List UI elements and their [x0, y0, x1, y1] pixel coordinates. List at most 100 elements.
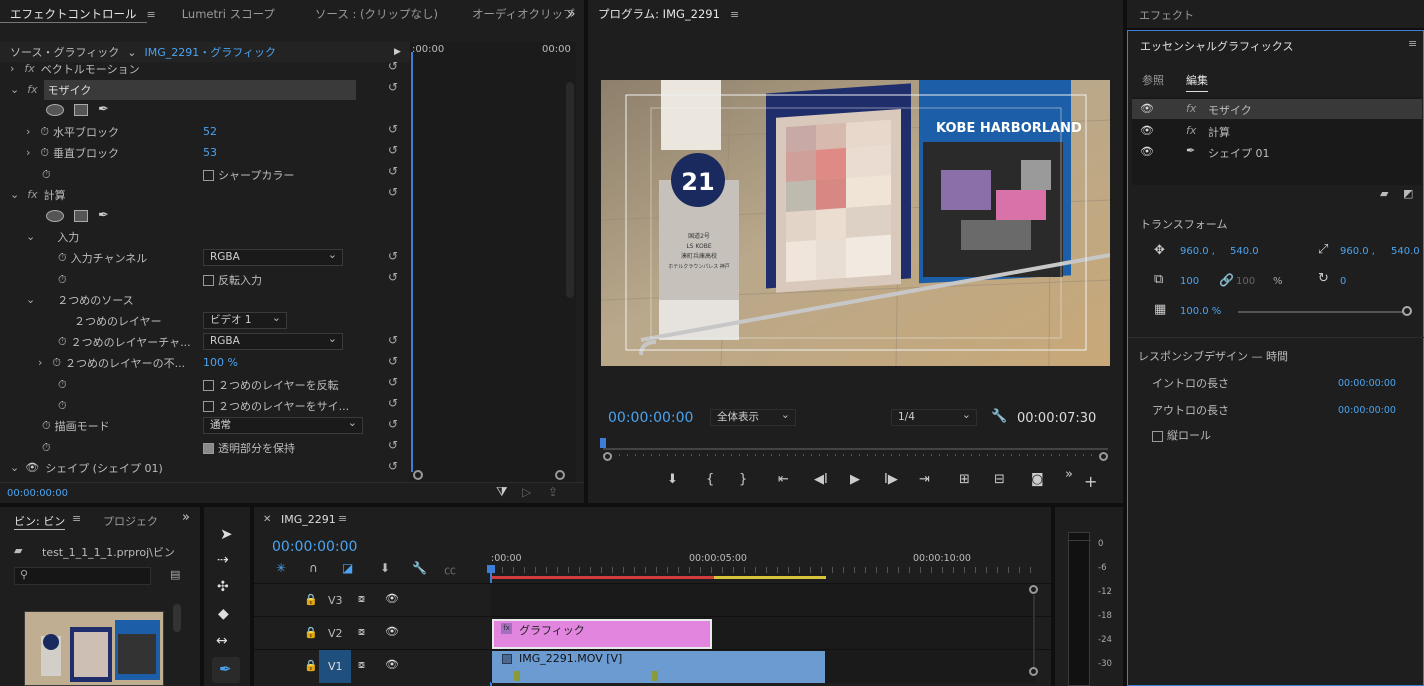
- ruler-ticks[interactable]: [491, 567, 1036, 573]
- slip-tool-icon[interactable]: ↔: [216, 633, 228, 649]
- sharp-color-checkbox[interactable]: [203, 170, 214, 181]
- zoom-dropdown[interactable]: 全体表示: [710, 407, 796, 426]
- reset-icon[interactable]: ↺: [388, 417, 402, 431]
- row-calc[interactable]: ⌄ fx 計算: [0, 184, 410, 205]
- chevron-down-icon[interactable]: ⌄: [26, 293, 35, 306]
- blend-mode-dropdown[interactable]: 通常: [203, 415, 363, 434]
- eye-icon[interactable]: 👁: [25, 461, 39, 474]
- stopwatch-icon[interactable]: ⏱: [42, 419, 51, 433]
- chevron-down-icon[interactable]: ⌄: [26, 230, 35, 243]
- second-layer-channel-dropdown[interactable]: RGBA: [203, 331, 343, 350]
- layer-item-mosaic[interactable]: 👁 fx モザイク: [1132, 99, 1422, 119]
- scale-value[interactable]: 100: [1180, 276, 1199, 287]
- chevron-right-icon[interactable]: ›: [10, 62, 14, 75]
- anchor-x[interactable]: 960.0 ,: [1340, 246, 1375, 257]
- roll-option[interactable]: 縦ロール: [1152, 427, 1211, 443]
- more-tabs-icon[interactable]: »: [182, 510, 190, 525]
- pen-tool-button[interactable]: ✒: [212, 657, 240, 683]
- timeline-timecode[interactable]: 00:00:00:00: [272, 539, 357, 555]
- v-block-value[interactable]: 53: [203, 146, 217, 159]
- go-to-out-icon[interactable]: ⇥: [919, 472, 930, 487]
- track-label-v3[interactable]: V3: [328, 594, 343, 607]
- layer-item-shape[interactable]: 👁 ✒ シェイプ 01: [1132, 142, 1422, 162]
- stopwatch-icon[interactable]: ⏱: [42, 441, 51, 455]
- program-timecode[interactable]: 00:00:00:00: [608, 410, 693, 426]
- mini-scrollbar[interactable]: [566, 82, 574, 298]
- razor-tool-icon[interactable]: ◆: [218, 606, 229, 622]
- opacity-slider[interactable]: [1238, 311, 1408, 313]
- intro-value[interactable]: 00:00:00:00: [1338, 378, 1396, 389]
- panel-menu-icon[interactable]: ≡: [338, 512, 347, 525]
- ellipse-mask-icon[interactable]: [46, 103, 64, 116]
- row-second-size[interactable]: ⏱ ２つめのレイヤーをサイ...: [0, 395, 410, 416]
- chevron-down-icon[interactable]: ⌄: [10, 461, 19, 474]
- input-channel-dropdown[interactable]: RGBA: [203, 247, 343, 266]
- reset-icon[interactable]: ↺: [388, 459, 402, 473]
- opacity-slider-knob[interactable]: [1402, 306, 1412, 316]
- keyframe-marker[interactable]: [514, 671, 520, 681]
- effects-tab[interactable]: エフェクト: [1139, 7, 1194, 23]
- clip-thumbnail[interactable]: [24, 611, 164, 686]
- track-label-v1[interactable]: V1: [328, 660, 343, 673]
- new-search-bin-icon[interactable]: ▤: [170, 568, 180, 581]
- more-buttons-icon[interactable]: »: [1065, 467, 1073, 482]
- reset-icon[interactable]: ↺: [388, 354, 402, 368]
- reset-icon[interactable]: ↺: [388, 122, 402, 136]
- stopwatch-icon[interactable]: ⏱: [40, 146, 49, 160]
- chevron-down-icon[interactable]: ⌄: [127, 46, 136, 59]
- reset-icon[interactable]: ↺: [388, 270, 402, 284]
- stopwatch-icon[interactable]: ⏱: [52, 356, 61, 370]
- preserve-alpha-option[interactable]: 透明部分を保持: [203, 440, 295, 456]
- position-x[interactable]: 960.0 ,: [1180, 246, 1215, 257]
- eye-icon[interactable]: 👁: [385, 658, 399, 671]
- step-back-icon[interactable]: ◀I: [814, 472, 828, 487]
- invert-second-option[interactable]: ２つめのレイヤーを反転: [203, 377, 339, 393]
- nest-icon[interactable]: ✳: [276, 561, 286, 575]
- stopwatch-icon[interactable]: ⏱: [58, 335, 67, 349]
- invert-input-option[interactable]: 反転入力: [203, 272, 262, 288]
- stopwatch-icon[interactable]: ⏱: [58, 378, 67, 392]
- mark-in-icon[interactable]: {: [706, 472, 714, 487]
- tab-lumetri-scopes[interactable]: Lumetri スコープ: [172, 6, 285, 22]
- resolution-dropdown[interactable]: 1/4: [891, 407, 977, 426]
- video-clip[interactable]: IMG_2291.MOV [V]: [492, 651, 825, 683]
- snap-icon[interactable]: ∩: [309, 561, 318, 575]
- linked-selection-icon[interactable]: ◪: [342, 561, 353, 575]
- stopwatch-icon[interactable]: ⏱: [42, 168, 51, 182]
- mini-timeline[interactable]: :00:00 00:00: [410, 42, 576, 482]
- add-marker-icon[interactable]: ⬇: [667, 472, 678, 487]
- reset-icon[interactable]: ↺: [388, 333, 402, 347]
- play-icon[interactable]: ▶: [850, 472, 860, 487]
- second-layer-opacity-value[interactable]: 100 %: [203, 356, 238, 369]
- row-second-source[interactable]: ⌄ ２つめのソース: [0, 289, 410, 310]
- invert-second-checkbox[interactable]: [203, 380, 214, 391]
- reset-icon[interactable]: ↺: [388, 185, 402, 199]
- opacity-value[interactable]: 100.0 %: [1180, 306, 1221, 317]
- track-select-tool-icon[interactable]: ⇢: [217, 552, 229, 568]
- reset-icon[interactable]: ↺: [388, 59, 402, 73]
- chevron-down-icon[interactable]: ⌄: [10, 188, 19, 201]
- sync-lock-icon[interactable]: ⧇: [358, 658, 365, 672]
- rectangle-mask-icon[interactable]: [74, 103, 88, 116]
- play-triangle-icon[interactable]: ▶: [394, 47, 401, 57]
- eye-icon[interactable]: 👁: [1140, 102, 1154, 115]
- ellipse-mask-icon[interactable]: [46, 209, 64, 222]
- scrub-left-handle[interactable]: [603, 452, 612, 461]
- mini-hscroll-left[interactable]: [413, 470, 423, 480]
- captions-icon[interactable]: ㏄: [444, 561, 456, 578]
- add-button-icon[interactable]: +: [1084, 472, 1097, 491]
- lock-icon[interactable]: 🔒: [304, 659, 318, 672]
- mark-out-icon[interactable]: }: [739, 472, 747, 487]
- bin-scrollbar[interactable]: [173, 604, 181, 632]
- timeline-vscroll-bottom[interactable]: [1029, 667, 1038, 676]
- bin-search-input[interactable]: ⚲: [14, 567, 151, 585]
- position-y[interactable]: 540.0: [1230, 246, 1259, 257]
- program-title[interactable]: プログラム: IMG_2291: [588, 6, 730, 22]
- timeline-playhead-head[interactable]: [487, 565, 495, 573]
- mini-hscroll-right[interactable]: [555, 470, 565, 480]
- filter-icon[interactable]: ⧩: [496, 485, 508, 500]
- tab-edit[interactable]: 編集: [1186, 72, 1208, 92]
- camera-icon[interactable]: ◙: [1031, 472, 1044, 487]
- reset-icon[interactable]: ↺: [388, 375, 402, 389]
- row-mosaic[interactable]: ⌄ fx モザイク: [0, 79, 410, 100]
